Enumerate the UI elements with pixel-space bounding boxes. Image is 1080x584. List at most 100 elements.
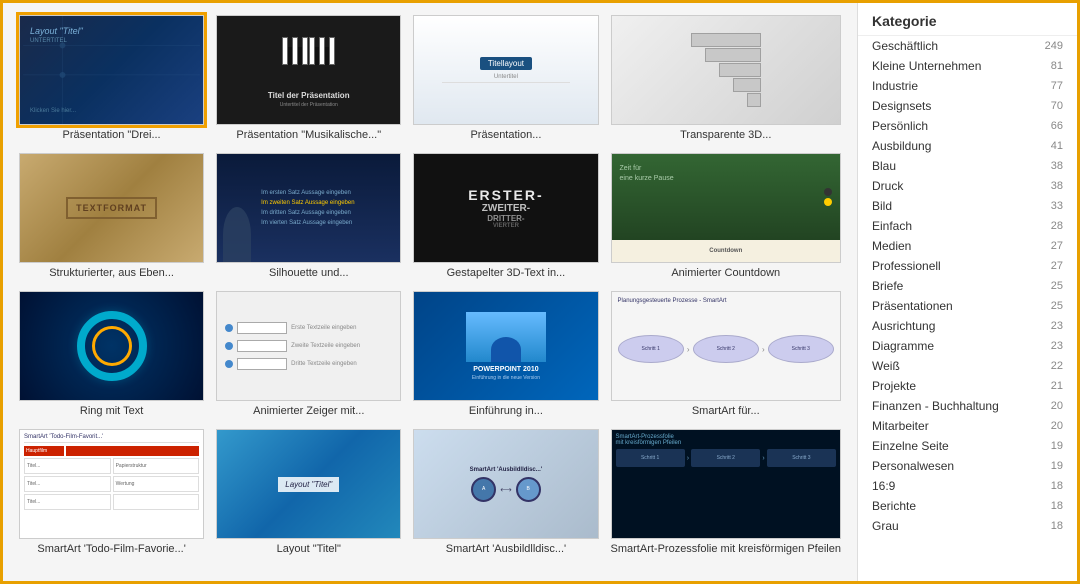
sidebar-item-count: 38: [1051, 180, 1063, 192]
sidebar-item[interactable]: Bild33: [858, 196, 1077, 216]
sidebar-item-count: 20: [1051, 400, 1063, 412]
gallery-area[interactable]: Layout "Titel" UNTERTITEL Klicken Sie hi…: [3, 3, 857, 581]
sidebar-item[interactable]: Professionell27: [858, 256, 1077, 276]
sidebar-item-label: Personalwesen: [872, 459, 954, 473]
item-label: Animierter Zeiger mit...: [216, 405, 401, 417]
list-item[interactable]: Ring mit Text: [19, 291, 204, 417]
sidebar-header: Kategorie: [858, 3, 1077, 36]
sidebar-item[interactable]: Weiß 22: [858, 356, 1077, 376]
sidebar-item[interactable]: Mitarbeiter20: [858, 416, 1077, 436]
thumbnail-textformat[interactable]: TEXTFORMAT: [19, 153, 204, 263]
thumbnail-praesentation[interactable]: Titellayout Untertitel: [413, 15, 598, 125]
sidebar-item[interactable]: Kleine Unternehmen81: [858, 56, 1077, 76]
sidebar-item-count: 19: [1051, 460, 1063, 472]
sidebar-item-count: 66: [1051, 120, 1063, 132]
thumbnail-musik[interactable]: Titel der Präsentation Untertitel der Pr…: [216, 15, 401, 125]
list-item[interactable]: Im ersten Satz Aussage eingeben Im zweit…: [216, 153, 401, 279]
sidebar-item[interactable]: Personalwesen 19: [858, 456, 1077, 476]
list-item[interactable]: Planungsgesteuerte Prozesse - SmartArt S…: [611, 291, 841, 417]
list-item[interactable]: SmartArt 'Ausbildlldisc...' A ⟷ B SmartA…: [413, 429, 598, 555]
sidebar-item[interactable]: Projekte21: [858, 376, 1077, 396]
sidebar-item[interactable]: Geschäftlich249: [858, 36, 1077, 56]
sidebar-item-count: 249: [1045, 40, 1063, 52]
sidebar-item-count: 28: [1051, 220, 1063, 232]
sidebar-item-label: Blau: [872, 159, 896, 173]
sidebar-item[interactable]: Ausrichtung 23: [858, 316, 1077, 336]
thumbnail-einfuhrung[interactable]: POWERPOINT 2010 Einführung in die neue V…: [413, 291, 598, 401]
thumbnail-countdown[interactable]: Zeit füreine kurze Pause Countdown: [611, 153, 841, 263]
thumbnail-zeiger[interactable]: Erste Textzeile eingeben Zweite Textzeil…: [216, 291, 401, 401]
thumbnail-silhouette[interactable]: Im ersten Satz Aussage eingeben Im zweit…: [216, 153, 401, 263]
sidebar-item[interactable]: Präsentationen25: [858, 296, 1077, 316]
item-label: Animierter Countdown: [611, 267, 841, 279]
sidebar-item[interactable]: Grau18: [858, 516, 1077, 536]
list-item[interactable]: SmartArt 'Todo-Film-Favorit...' Hauptfil…: [19, 429, 204, 555]
sidebar-item-count: 19: [1051, 440, 1063, 452]
thumbnail-drei[interactable]: Layout "Titel" UNTERTITEL Klicken Sie hi…: [19, 15, 204, 125]
main-container: Layout "Titel" UNTERTITEL Klicken Sie hi…: [3, 3, 1077, 581]
sidebar-item-label: Weiß: [872, 359, 900, 373]
list-item[interactable]: SmartArt-Prozessfoliemit kreisförmigen P…: [611, 429, 841, 555]
list-item[interactable]: Transparente 3D...: [611, 15, 841, 141]
textformat-label: TEXTFORMAT: [66, 197, 157, 219]
sidebar-item[interactable]: 16:918: [858, 476, 1077, 496]
list-item[interactable]: POWERPOINT 2010 Einführung in die neue V…: [413, 291, 598, 417]
sidebar-item-count: 22: [1051, 360, 1063, 372]
sidebar-item-label: Finanzen - Buchhaltung: [872, 399, 999, 413]
sidebar-item[interactable]: Einzelne Seite 19: [858, 436, 1077, 456]
list-item[interactable]: Titel der Präsentation Untertitel der Pr…: [216, 15, 401, 141]
list-item[interactable]: Titellayout Untertitel Präsentation...: [413, 15, 598, 141]
thumbnail-smartart2[interactable]: SmartArt 'Todo-Film-Favorit...' Hauptfil…: [19, 429, 204, 539]
sidebar-item-count: 33: [1051, 200, 1063, 212]
thumbnail-transparente3d[interactable]: [611, 15, 841, 125]
sidebar-item[interactable]: Berichte18: [858, 496, 1077, 516]
sidebar-item-label: Einfach: [872, 219, 912, 233]
sidebar-item-count: 25: [1051, 300, 1063, 312]
gallery-grid: Layout "Titel" UNTERTITEL Klicken Sie hi…: [19, 15, 841, 555]
sidebar-item[interactable]: Briefe25: [858, 276, 1077, 296]
thumbnail-smartart3[interactable]: SmartArt 'Ausbildlldisc...' A ⟷ B: [413, 429, 598, 539]
item-label: Ring mit Text: [19, 405, 204, 417]
sidebar-list[interactable]: Geschäftlich249Kleine Unternehmen81Indus…: [858, 36, 1077, 581]
sidebar-item[interactable]: Ausbildung41: [858, 136, 1077, 156]
sidebar-item-count: 23: [1051, 320, 1063, 332]
list-item[interactable]: Layout "Titel" UNTERTITEL Klicken Sie hi…: [19, 15, 204, 141]
sidebar-item[interactable]: Finanzen - Buchhaltung 20: [858, 396, 1077, 416]
item-label: SmartArt-Prozessfolie mit kreisförmigen …: [611, 543, 841, 555]
thumbnail-smartart[interactable]: Planungsgesteuerte Prozesse - SmartArt S…: [611, 291, 841, 401]
list-item[interactable]: TEXTFORMAT Strukturierter, aus Eben...: [19, 153, 204, 279]
sidebar-item[interactable]: Designsets70: [858, 96, 1077, 116]
sidebar-item-label: Einzelne Seite: [872, 439, 949, 453]
list-item[interactable]: ERSTER- ZWEITER- DRITTER- VIERTER Gestap…: [413, 153, 598, 279]
sidebar-item-label: Ausrichtung: [872, 319, 935, 333]
item-label: Gestapelter 3D-Text in...: [413, 267, 598, 279]
thumbnail-gestapelt[interactable]: ERSTER- ZWEITER- DRITTER- VIERTER: [413, 153, 598, 263]
sidebar-item-label: Mitarbeiter: [872, 419, 929, 433]
sidebar-item[interactable]: Diagramme23: [858, 336, 1077, 356]
item-label: Transparente 3D...: [611, 129, 841, 141]
sidebar-item-label: Professionell: [872, 259, 941, 273]
sidebar-item-count: 38: [1051, 160, 1063, 172]
item-label: Präsentation "Drei...: [19, 129, 204, 141]
sidebar-item[interactable]: Druck38: [858, 176, 1077, 196]
item-label: Layout "Titel": [216, 543, 401, 555]
thumbnail-layout[interactable]: Layout "Titel": [216, 429, 401, 539]
item-label: SmartArt 'Ausbildlldisc...': [413, 543, 598, 555]
sidebar-item[interactable]: Medien27: [858, 236, 1077, 256]
list-item[interactable]: Layout "Titel" Layout "Titel": [216, 429, 401, 555]
sidebar-item[interactable]: Blau 38: [858, 156, 1077, 176]
item-label: Präsentation...: [413, 129, 598, 141]
sidebar-item[interactable]: Einfach 28: [858, 216, 1077, 236]
list-item[interactable]: Erste Textzeile eingeben Zweite Textzeil…: [216, 291, 401, 417]
thumbnail-ring[interactable]: [19, 291, 204, 401]
thumbnail-prozess[interactable]: SmartArt-Prozessfoliemit kreisförmigen P…: [611, 429, 841, 539]
list-item[interactable]: Zeit füreine kurze Pause Countdown Animi…: [611, 153, 841, 279]
sidebar-item-count: 18: [1051, 480, 1063, 492]
sidebar-item[interactable]: Industrie77: [858, 76, 1077, 96]
sidebar-item-label: Designsets: [872, 99, 931, 113]
sidebar-item-label: Grau: [872, 519, 899, 533]
sidebar-item[interactable]: Persönlich66: [858, 116, 1077, 136]
sidebar: Kategorie Geschäftlich249Kleine Unterneh…: [857, 3, 1077, 581]
sidebar-item-label: Industrie: [872, 79, 918, 93]
item-label: Strukturierter, aus Eben...: [19, 267, 204, 279]
